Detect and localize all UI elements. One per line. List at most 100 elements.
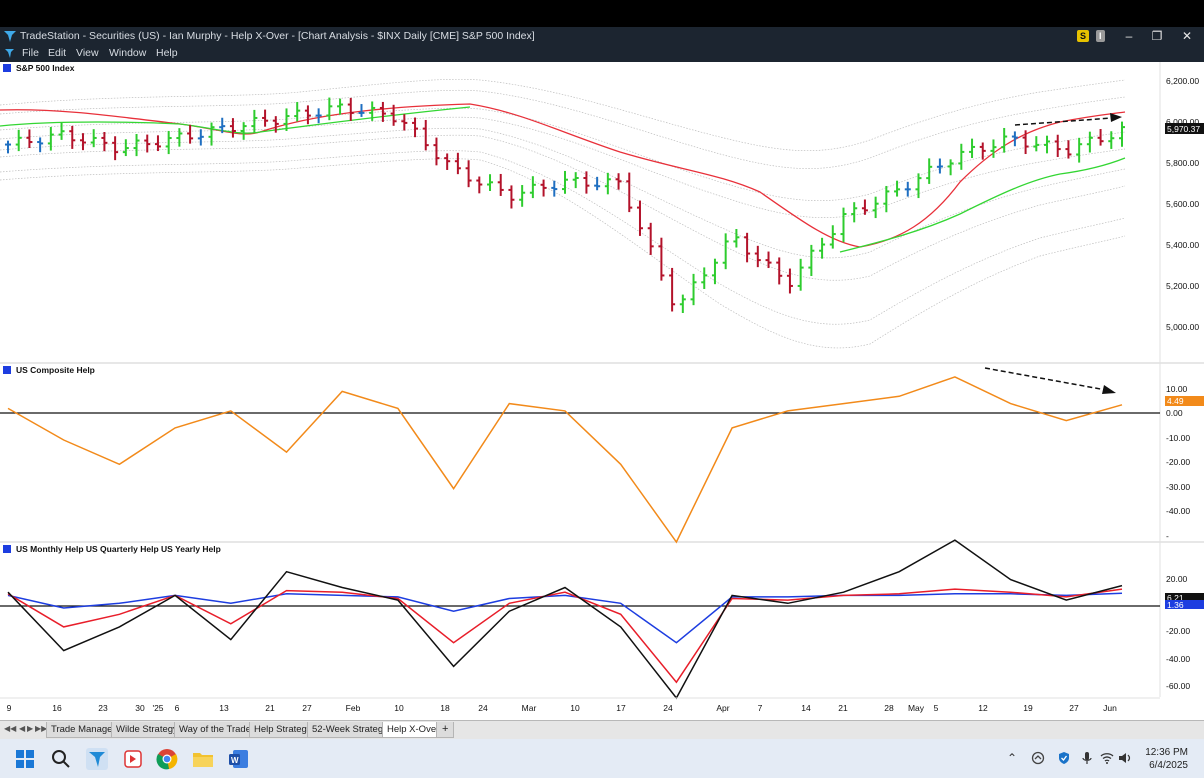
ohlc-bar <box>1086 131 1093 153</box>
app-menu-icon[interactable] <box>4 48 15 59</box>
menu-edit[interactable]: Edit <box>48 47 66 59</box>
tab-wilde-strategy[interactable]: Wilde Strategy <box>111 722 183 738</box>
restore-button[interactable]: ❐ <box>1146 27 1168 45</box>
search-icon[interactable] <box>50 748 72 770</box>
minimize-button[interactable]: – <box>1118 27 1140 45</box>
ohlc-bar <box>37 137 44 153</box>
menu-window[interactable]: Window <box>109 47 146 59</box>
date-tick-label: 30 <box>135 703 145 713</box>
microphone-icon[interactable] <box>1080 751 1094 765</box>
menu-view[interactable]: View <box>76 47 99 59</box>
composite-pane-marker <box>3 366 11 374</box>
window-title: TradeStation - Securities (US) - Ian Mur… <box>20 30 535 42</box>
fast-moving-average-line <box>0 103 1126 248</box>
red-app-icon[interactable] <box>122 748 144 770</box>
price-tick: 5,400.00 <box>1166 240 1199 250</box>
price-axis: 6,200.00 6,000.00 5,800.00 5,600.00 5,40… <box>1166 76 1199 332</box>
ohlc-bar <box>315 108 322 124</box>
first-tab-arrow-icon[interactable]: ◀◀ <box>4 724 16 733</box>
yearly-help-line <box>7 592 1123 644</box>
badge-s[interactable]: S <box>1077 30 1090 42</box>
ohlc-bar <box>551 180 558 197</box>
composite-tick: 10.00 <box>1166 384 1188 394</box>
ohlc-bar <box>840 207 847 243</box>
title-bar: TradeStation - Securities (US) - Ian Mur… <box>0 27 1204 45</box>
ohlc-bar <box>187 124 194 144</box>
date-tick-label: 9 <box>7 703 12 713</box>
date-tick-label: 21 <box>265 703 275 713</box>
ohlc-bar <box>79 133 86 151</box>
ohlc-bar <box>26 129 33 148</box>
ohlc-bar <box>197 129 204 146</box>
system-clock[interactable]: 12:36 PM 6/4/2025 <box>1145 746 1188 772</box>
tab-52-week-strategy[interactable]: 52-Week Strategy <box>307 722 393 738</box>
ohlc-bar <box>883 185 890 213</box>
price-tick: 5,000.00 <box>1166 322 1199 332</box>
close-button[interactable]: ✕ <box>1176 27 1198 45</box>
onedrive-cloud-icon[interactable] <box>1031 751 1045 765</box>
menu-file[interactable]: File <box>22 47 39 59</box>
date-tick-label: 21 <box>838 703 848 713</box>
tradestation-icon[interactable] <box>86 748 108 770</box>
ohlc-bar <box>487 174 494 192</box>
word-icon[interactable]: W <box>228 748 250 770</box>
composite-tick: -20.00 <box>1166 457 1190 467</box>
date-tick-label: 24 <box>478 703 488 713</box>
date-tick-label: 27 <box>1069 703 1079 713</box>
ohlc-bar <box>722 233 729 270</box>
ohlc-bar <box>647 222 654 255</box>
badge-i[interactable]: I <box>1096 30 1105 42</box>
date-tick-label: 18 <box>440 703 450 713</box>
next-tab-arrow-icon[interactable]: ▶ <box>27 724 33 733</box>
composite-trend-arrow <box>984 367 1116 394</box>
price-pane-marker <box>3 64 11 72</box>
tab-help-x-over[interactable]: Help X-Over <box>382 722 445 738</box>
prev-tab-arrow-icon[interactable]: ◀ <box>19 724 25 733</box>
volume-icon[interactable] <box>1118 751 1132 765</box>
ohlc-bar <box>733 228 740 248</box>
ohlc-bar <box>412 117 419 138</box>
composite-axis: 10.00 0.00 -10.00 -20.00 -30.00 -40.00 - <box>1166 384 1190 541</box>
ohlc-bar <box>754 245 761 268</box>
mqy-tick: -60.00 <box>1166 681 1190 691</box>
tab-trade-manager[interactable]: Trade Manager <box>46 722 121 738</box>
file-explorer-icon[interactable] <box>192 748 214 770</box>
ohlc-bar <box>583 171 590 194</box>
date-tick-label: 13 <box>219 703 229 713</box>
windows-start-icon[interactable] <box>14 748 36 770</box>
chrome-icon[interactable] <box>156 748 178 770</box>
ohlc-bar <box>422 119 429 151</box>
chart-canvas[interactable]: S&P 500 Index US Composite Help US Month… <box>0 62 1204 720</box>
ohlc-bar <box>1022 130 1029 155</box>
security-shield-icon[interactable] <box>1057 751 1071 765</box>
ohlc-bar <box>1097 129 1104 146</box>
date-tick-label: 28 <box>884 703 894 713</box>
date-tick-label: 10 <box>570 703 580 713</box>
tab-way-of-the-trader[interactable]: Way of the Trader <box>174 722 260 738</box>
ohlc-bar <box>15 129 22 152</box>
date-tick-label: Feb <box>346 703 361 713</box>
ohlc-bar <box>797 258 804 291</box>
composite-tick: -10.00 <box>1166 433 1190 443</box>
show-hidden-icons-chevron-icon[interactable]: ⌃ <box>1007 751 1017 765</box>
ohlc-bar <box>90 129 97 148</box>
ohlc-bar <box>401 114 408 131</box>
ohlc-bar <box>926 158 933 184</box>
ohlc-bar <box>251 109 258 133</box>
mqy-tick: -40.00 <box>1166 654 1190 664</box>
ohlc-bar <box>5 140 11 154</box>
wifi-icon[interactable] <box>1100 751 1114 765</box>
chart-analysis-window[interactable]: S&P 500 Index US Composite Help US Month… <box>0 62 1204 720</box>
ohlc-bar <box>626 172 633 213</box>
add-tab-button[interactable]: + <box>436 722 455 738</box>
ohlc-bar <box>615 173 622 190</box>
ohlc-bar <box>872 196 879 219</box>
ohlc-bar <box>112 136 119 161</box>
price-tick: 5,200.00 <box>1166 281 1199 291</box>
yearly-last-value: 1.36 <box>1167 600 1184 610</box>
date-tick-label: 23 <box>98 703 108 713</box>
menu-help[interactable]: Help <box>156 47 178 59</box>
ohlc-bar <box>776 257 783 285</box>
ohlc-bar <box>304 105 311 125</box>
ohlc-bar <box>1044 135 1051 154</box>
